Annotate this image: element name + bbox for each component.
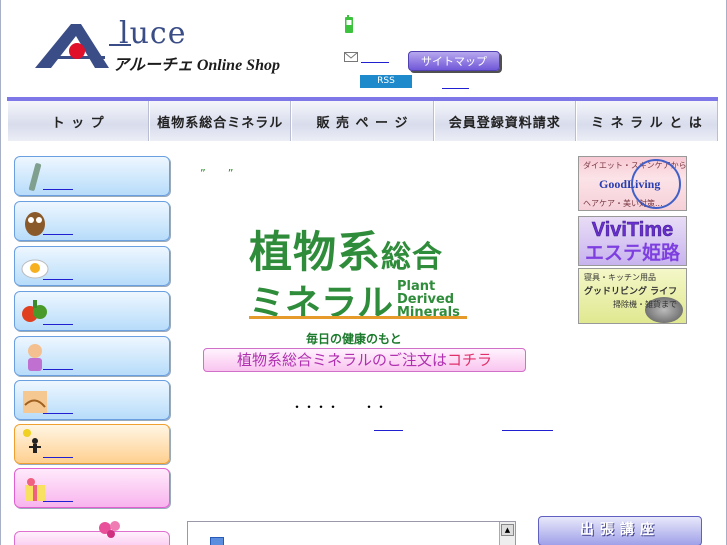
sidebar-item-7-link[interactable] bbox=[43, 457, 73, 458]
sidebar-item-2-link[interactable] bbox=[43, 234, 73, 235]
vivitime-banner[interactable]: ViviTime エステ姫路 bbox=[578, 216, 687, 266]
mineral-underline bbox=[249, 316, 467, 319]
order-banner-text: 植物系総合ミネラルのご注文は bbox=[236, 351, 447, 369]
content-link-1[interactable] bbox=[374, 430, 403, 431]
sidebar-item-2[interactable] bbox=[14, 201, 170, 241]
mineral-english: Plant Derived Minerals bbox=[397, 279, 460, 320]
kitchen-text-2: グッドリビング ライフ bbox=[584, 287, 678, 297]
sidebar-item-7[interactable] bbox=[14, 424, 170, 464]
sidebar-item-9[interactable] bbox=[14, 521, 170, 545]
goodliving-banner[interactable]: ダイエット・スキンケアから GoodLiving ヘアケア・美い対策... bbox=[578, 156, 687, 211]
sidebar-item-5-link[interactable] bbox=[43, 369, 73, 370]
page: luce アルーチェ Online Shop サイトマップ RSS ト ッ プ … bbox=[0, 0, 727, 545]
sidebar-item-8[interactable] bbox=[14, 468, 170, 508]
content-link-2[interactable] bbox=[502, 430, 553, 431]
sidebar-item-3-link[interactable] bbox=[43, 279, 73, 280]
kitchen-text-3: 掃除機・雑貨まで bbox=[613, 300, 677, 309]
goodliving-name: GoodLiving bbox=[599, 177, 661, 191]
mineral-title-small: 総合 bbox=[381, 240, 443, 275]
sitemap-button[interactable]: サイトマップ bbox=[408, 51, 500, 71]
nav-about-mineral[interactable]: ミ ネ ラ ル と は bbox=[575, 101, 719, 141]
sidebar-item-6-link[interactable] bbox=[43, 413, 73, 414]
aluce-logo[interactable]: luce アルーチェ Online Shop bbox=[31, 16, 306, 78]
mineral-title-line1: 植物系総合 bbox=[249, 218, 443, 280]
mail-icon[interactable] bbox=[344, 52, 358, 62]
kitchen-text-1: 寝具・キッチン用品 bbox=[584, 273, 656, 282]
logo-word: luce bbox=[119, 16, 187, 51]
dots-text: ・・・・ ・・ bbox=[291, 400, 388, 414]
nav-top[interactable]: ト ッ プ bbox=[7, 101, 150, 141]
main-nav: ト ッ プ 植物系総合ミネラル 販 売 ペ ー ジ 会員登録資料請求 ミ ネ ラ… bbox=[7, 97, 719, 141]
scroll-up-arrow-icon[interactable]: ▲ bbox=[501, 524, 514, 536]
sidebar-item-1[interactable] bbox=[14, 156, 170, 196]
order-banner[interactable]: 植物系総合ミネラルのご注文はコチラ bbox=[203, 348, 526, 372]
nav-sales[interactable]: 販 売 ペ ー ジ bbox=[291, 101, 434, 141]
nav-member-registration[interactable]: 会員登録資料請求 bbox=[433, 101, 576, 141]
news-arrow-icon bbox=[210, 537, 224, 545]
nav-plant-mineral[interactable]: 植物系総合ミネラル bbox=[149, 101, 292, 141]
header-link[interactable] bbox=[442, 88, 469, 89]
shucho-koza-button[interactable]: 出張講座 bbox=[538, 516, 702, 545]
flower-icon bbox=[99, 521, 120, 538]
rss-button[interactable]: RSS bbox=[360, 75, 412, 88]
goodliving-bottom-text: ヘアケア・美い対策... bbox=[583, 199, 663, 208]
kitchen-banner[interactable]: 寝具・キッチン用品 グッドリビング ライフ 掃除機・雑貨まで bbox=[578, 268, 687, 324]
mobile-phone-icon[interactable] bbox=[344, 15, 354, 35]
sidebar-item-6[interactable] bbox=[14, 380, 170, 420]
news-scroll-box[interactable]: ▲ bbox=[187, 521, 516, 545]
plant-mineral-banner[interactable]: 植物系総合 ミネラル Plant Derived Minerals bbox=[249, 218, 499, 328]
tagline: 毎日の健康のもと bbox=[306, 332, 402, 346]
quote-marks: ” ” bbox=[200, 167, 234, 180]
news-scrollbar[interactable]: ▲ bbox=[499, 522, 515, 545]
sidebar-item-4-link[interactable] bbox=[43, 324, 73, 325]
mail-link[interactable] bbox=[361, 62, 389, 63]
sidebar-item-4[interactable] bbox=[14, 291, 170, 331]
order-banner-link[interactable]: コチラ bbox=[447, 351, 492, 369]
mineral-title-big: 植物系 bbox=[249, 228, 381, 278]
sidebar-item-3[interactable] bbox=[14, 246, 170, 286]
sidebar-item-8-link[interactable] bbox=[43, 501, 73, 502]
vivitime-title: ViviTime bbox=[591, 219, 674, 242]
sidebar-item-1-link[interactable] bbox=[43, 189, 73, 190]
vivitime-subtitle: エステ姫路 bbox=[584, 242, 680, 264]
sidebar-item-5[interactable] bbox=[14, 336, 170, 376]
logo-subtitle: アルーチェ Online Shop bbox=[113, 57, 280, 74]
